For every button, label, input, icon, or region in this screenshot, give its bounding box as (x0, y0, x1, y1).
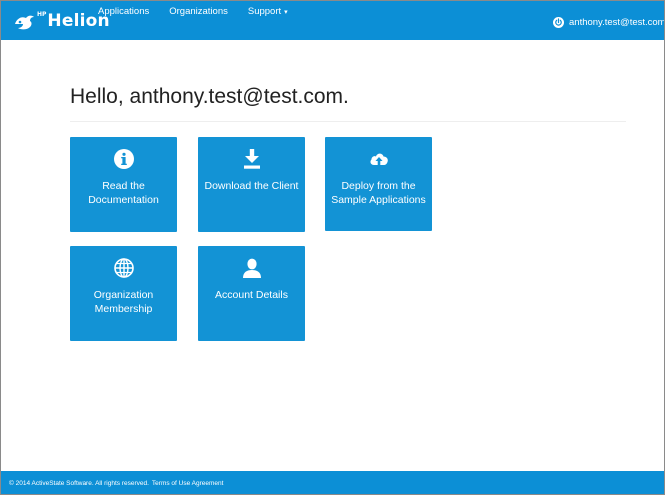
info-icon (113, 149, 134, 169)
hp-helion-logo-icon (15, 15, 34, 30)
nav-link-label: Applications (98, 6, 150, 17)
tile-label: Organization Membership (93, 289, 154, 315)
brand-hp: HP (37, 11, 47, 18)
nav-link-applications[interactable]: Applications (98, 1, 150, 31)
tile-deploy-sample-apps[interactable]: Deploy from the Sample Applications (325, 137, 432, 231)
nav-links: Applications Organizations Support ▾ (98, 1, 308, 40)
power-icon (553, 16, 564, 28)
nav-link-organizations[interactable]: Organizations (169, 1, 228, 31)
tile-organization-membership[interactable]: Organization Membership (70, 246, 177, 341)
page-footer: © 2014 ActiveState Software. All rights … (1, 471, 664, 494)
brand-logo[interactable]: HP Helion (13, 10, 110, 34)
cloud-upload-icon (369, 153, 388, 165)
top-navbar: HP Helion Applications Organizations Sup… (1, 1, 664, 40)
tile-label: Read the Documentation (88, 180, 159, 206)
user-email: anthony.test@test.com (569, 16, 665, 28)
nav-link-support-dropdown[interactable]: Support ▾ (247, 1, 288, 31)
footer-copyright: © 2014 ActiveState Software. All rights … (9, 480, 149, 487)
download-icon (243, 149, 260, 169)
user-menu[interactable]: anthony.test@test.com (553, 14, 665, 30)
globe-icon (113, 258, 134, 278)
tile-label: Account Details (215, 289, 288, 301)
nav-link-label: Organizations (169, 6, 228, 17)
user-icon (242, 258, 261, 278)
header-divider (70, 121, 626, 122)
tile-account-details[interactable]: Account Details (198, 246, 305, 341)
caret-down-icon: ▾ (284, 9, 288, 16)
terms-of-use-link[interactable]: Terms of Use Agreement (152, 480, 224, 487)
tile-read-documentation[interactable]: Read the Documentation (70, 137, 177, 232)
footer-text: © 2014 ActiveState Software. All rights … (9, 480, 223, 487)
page-greeting: Hello, anthony.test@test.com. (70, 85, 349, 108)
tile-label: Download the Client (204, 180, 299, 192)
tile-label: Deploy from the Sample Applications (331, 180, 426, 206)
nav-link-label: Support (247, 6, 282, 17)
browser-viewport: HP Helion Applications Organizations Sup… (0, 0, 665, 495)
tile-download-client[interactable]: Download the Client (198, 137, 305, 232)
